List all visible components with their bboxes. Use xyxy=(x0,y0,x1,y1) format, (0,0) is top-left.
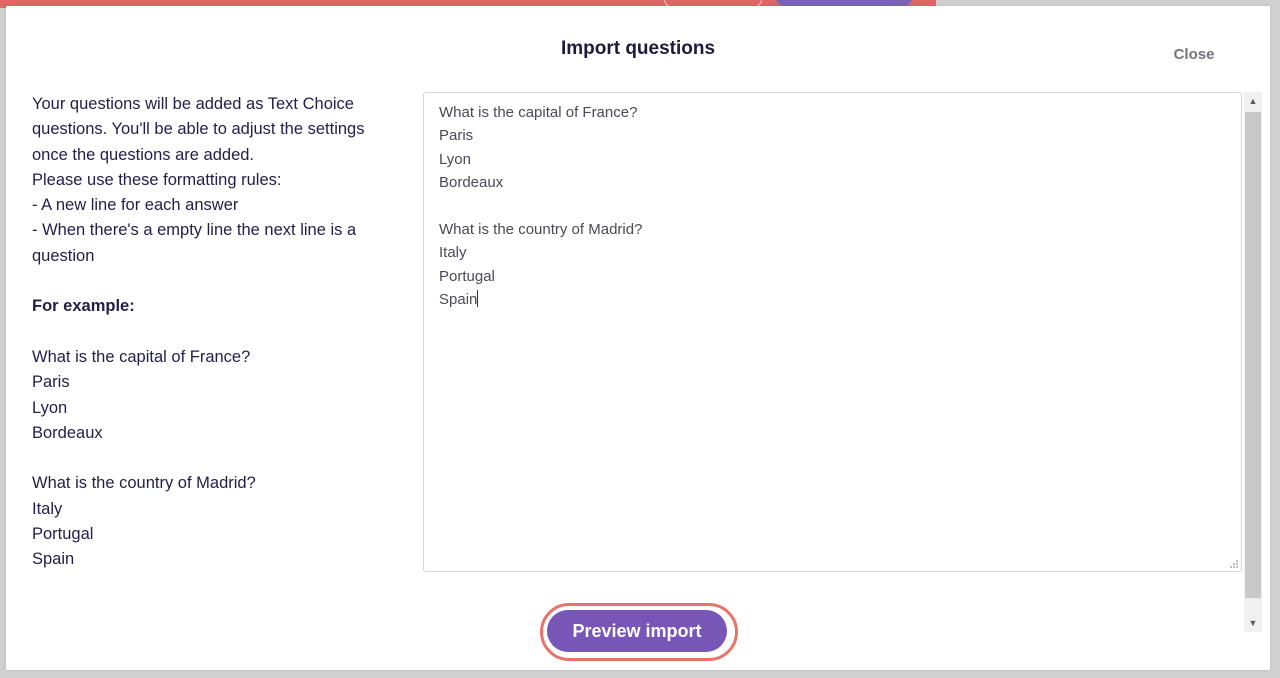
instruction-line: once the questions are added. xyxy=(32,145,255,164)
textarea-line: Lyon xyxy=(439,150,471,168)
resize-grip-icon[interactable] xyxy=(1229,559,1239,569)
text-caret xyxy=(477,290,479,308)
modal-title: Import questions xyxy=(560,38,716,59)
instruction-line: - When there's a empty line the next lin… xyxy=(32,221,357,240)
questions-textarea[interactable]: What is the capital of France? Paris Lyo… xyxy=(423,92,1242,572)
example-line: Portugal xyxy=(32,525,94,544)
example-line: Lyon xyxy=(32,398,68,417)
textarea-last-line: Spain xyxy=(439,288,642,311)
textarea-line: What is the capital of France? xyxy=(439,104,638,121)
instructions-panel: Your questions will be added as Text Cho… xyxy=(32,92,404,573)
preview-import-button[interactable]: Preview import xyxy=(547,610,727,652)
instruction-line: - A new line for each answer xyxy=(32,196,239,215)
instruction-spacer xyxy=(32,320,404,345)
textarea-line xyxy=(439,195,642,218)
example-spacer xyxy=(32,446,404,471)
scrollbar-thumb[interactable] xyxy=(1245,112,1261,598)
example-line: Bordeaux xyxy=(32,423,103,442)
example-line: What is the capital of France? xyxy=(32,347,251,366)
scroll-up-arrow-icon[interactable]: ▲ xyxy=(1244,92,1262,110)
instruction-line: question xyxy=(32,246,95,265)
textarea-line: What is the country of Madrid? xyxy=(439,220,643,238)
scroll-down-arrow-icon[interactable]: ▼ xyxy=(1244,614,1262,632)
textarea-content[interactable]: What is the capital of France? Paris Lyo… xyxy=(439,101,642,312)
textarea-line: Italy xyxy=(439,244,467,262)
textarea-line: Paris xyxy=(439,127,474,145)
close-button[interactable]: Close xyxy=(1156,46,1232,63)
textarea-line: Spain xyxy=(439,291,478,309)
example-line: Paris xyxy=(32,373,70,392)
modal-scrollbar[interactable]: ▲ ▼ xyxy=(1244,92,1262,632)
textarea-line: Bordeaux xyxy=(439,174,504,192)
instruction-line: Please use these formatting rules: xyxy=(32,170,282,189)
instruction-line: questions. You'll be able to adjust the … xyxy=(32,120,365,139)
example-line: Italy xyxy=(32,499,63,518)
example-line: Spain xyxy=(32,550,75,569)
example-line: What is the country of Madrid? xyxy=(32,474,256,493)
example-heading: For example: xyxy=(32,297,135,316)
instruction-spacer xyxy=(32,269,404,294)
import-questions-modal: Import questions Close Your questions wi… xyxy=(6,6,1270,670)
instruction-line: Your questions will be added as Text Cho… xyxy=(32,95,354,113)
textarea-line: Portugal xyxy=(439,267,495,285)
